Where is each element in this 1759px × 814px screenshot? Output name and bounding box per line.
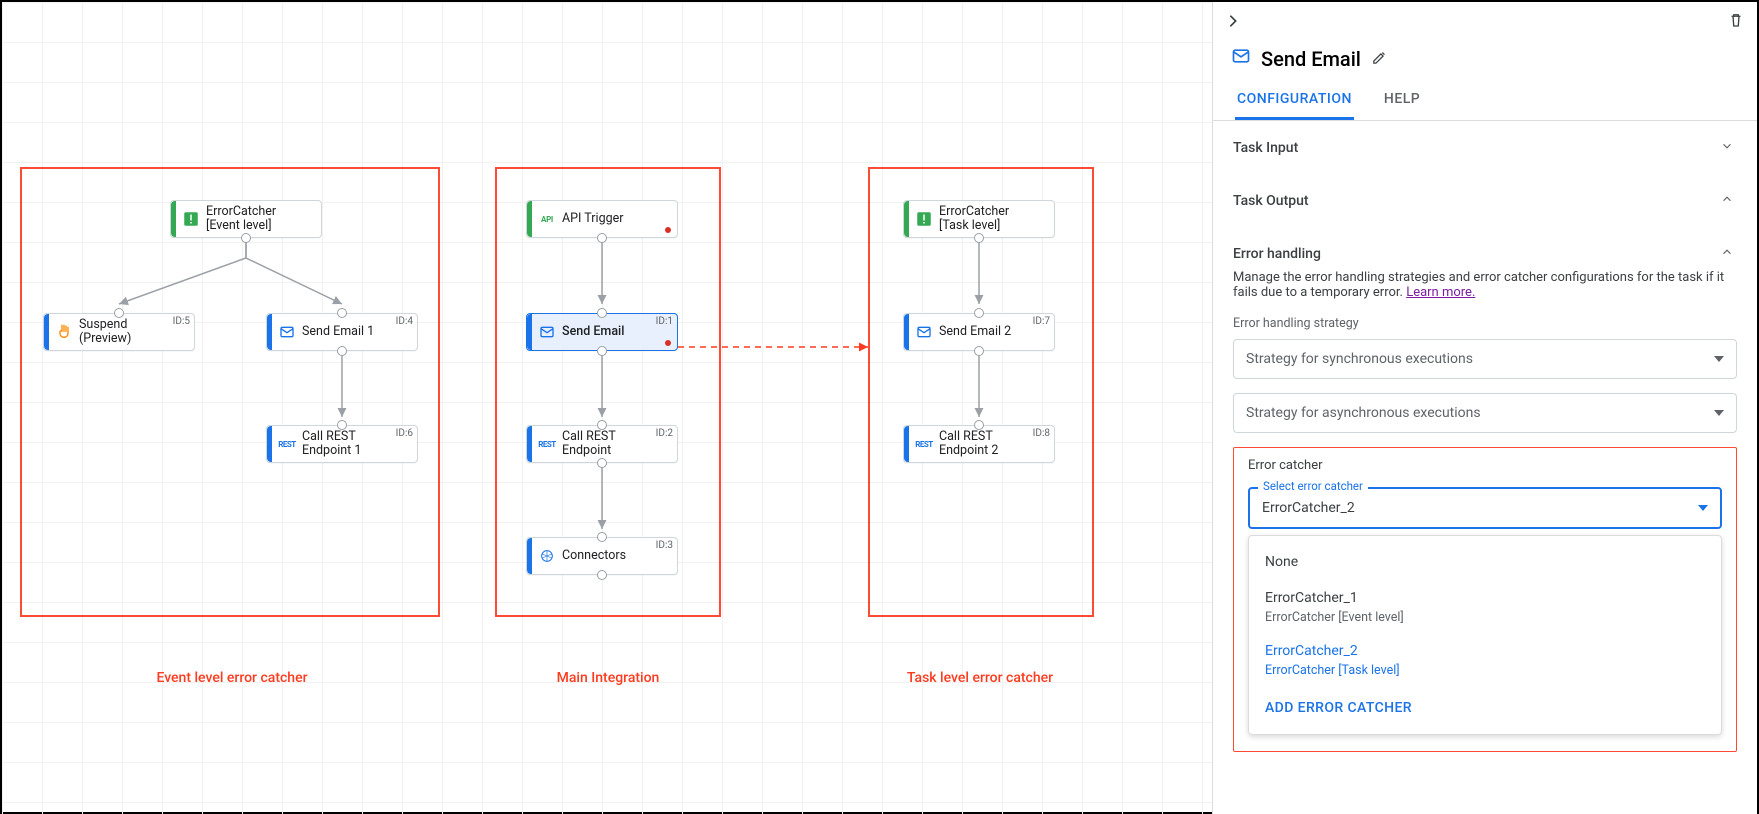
error-catcher-dropdown: None ErrorCatcher_1 ErrorCatcher [Event …: [1248, 535, 1722, 735]
node-id: ID:2: [656, 428, 673, 439]
dropdown-option-ec1-sub: ErrorCatcher [Event level]: [1249, 606, 1721, 633]
mail-icon: [538, 323, 556, 341]
chevron-up-icon: [1717, 243, 1737, 264]
panel-title: Send Email: [1261, 47, 1361, 71]
node-id: ID:1: [656, 316, 673, 327]
chevron-down-icon: [1698, 505, 1708, 511]
section-title: Error handling: [1233, 246, 1321, 262]
node-send-email-2[interactable]: Send Email 2 ID:7: [903, 313, 1055, 351]
error-indicator-icon: [665, 227, 671, 233]
dropdown-option-ec1[interactable]: ErrorCatcher_1: [1249, 580, 1721, 606]
rest-icon: REST: [538, 435, 556, 453]
section-error-handling[interactable]: Error handling: [1213, 227, 1757, 270]
add-error-catcher-button[interactable]: ADD ERROR CATCHER: [1249, 686, 1721, 726]
error-handling-description: Manage the error handling strategies and…: [1233, 270, 1724, 300]
node-errorcatcher-task[interactable]: ErrorCatcher[Task level]: [903, 200, 1055, 238]
async-strategy-select[interactable]: Strategy for asynchronous executions: [1233, 393, 1737, 433]
node-send-email[interactable]: Send Email ID:1: [526, 313, 678, 351]
node-label: ErrorCatcher[Task level]: [939, 205, 1054, 234]
node-id: ID:4: [396, 316, 413, 327]
tab-configuration[interactable]: CONFIGURATION: [1235, 81, 1354, 120]
hand-icon: [55, 323, 73, 341]
mail-icon: [915, 323, 933, 341]
edit-icon[interactable]: [1371, 47, 1388, 71]
section-title: Task Input: [1233, 140, 1298, 156]
node-id: ID:3: [656, 540, 673, 551]
node-id: ID:8: [1033, 428, 1050, 439]
error-catcher-highlight-box: Error catcher Select error catcher Error…: [1233, 447, 1737, 752]
node-id: ID:6: [396, 428, 413, 439]
config-sidebar: Send Email CONFIGURATION HELP Task Input…: [1212, 2, 1757, 814]
error-catcher-label: Error catcher: [1248, 458, 1722, 473]
sync-strategy-placeholder: Strategy for synchronous executions: [1246, 351, 1473, 367]
error-catcher-value: ErrorCatcher_2: [1262, 500, 1355, 516]
connectors-icon: [538, 547, 556, 565]
chevron-down-icon: [1717, 137, 1737, 158]
flow-canvas[interactable]: Event level error catcher Main Integrati…: [2, 2, 1212, 814]
node-api-trigger[interactable]: API API Trigger: [526, 200, 678, 238]
delete-button[interactable]: [1727, 11, 1745, 33]
node-call-rest-1[interactable]: REST Call RESTEndpoint 1 ID:6: [266, 425, 418, 463]
learn-more-link[interactable]: Learn more.: [1406, 285, 1475, 300]
section-title: Task Output: [1233, 193, 1309, 209]
chevron-up-icon: [1717, 190, 1737, 211]
error-icon: [182, 210, 200, 228]
chevron-down-icon: [1714, 410, 1724, 416]
error-indicator-icon: [665, 340, 671, 346]
node-call-rest-2[interactable]: REST Call RESTEndpoint 2 ID:8: [903, 425, 1055, 463]
async-strategy-placeholder: Strategy for asynchronous executions: [1246, 405, 1481, 421]
section-task-input[interactable]: Task Input: [1213, 121, 1757, 174]
rest-icon: REST: [915, 435, 933, 453]
sync-strategy-select[interactable]: Strategy for synchronous executions: [1233, 339, 1737, 379]
error-catcher-select[interactable]: ErrorCatcher_2: [1248, 487, 1722, 529]
node-id: ID:5: [173, 316, 190, 327]
dropdown-option-ec2[interactable]: ErrorCatcher_2: [1249, 633, 1721, 659]
node-send-email-1[interactable]: Send Email 1 ID:4: [266, 313, 418, 351]
node-connectors[interactable]: Connectors ID:3: [526, 537, 678, 575]
rest-icon: REST: [278, 435, 296, 453]
dropdown-option-none[interactable]: None: [1249, 544, 1721, 580]
mail-icon: [278, 323, 296, 341]
collapse-panel-button[interactable]: [1225, 10, 1241, 34]
task-level-caption: Task level error catcher: [830, 670, 1130, 686]
event-level-caption: Event level error catcher: [82, 670, 382, 686]
mail-icon: [1231, 46, 1251, 71]
api-icon: API: [538, 210, 556, 228]
section-task-output[interactable]: Task Output: [1213, 174, 1757, 227]
select-catcher-floatlabel: Select error catcher: [1258, 479, 1368, 493]
error-icon: [915, 210, 933, 228]
dropdown-option-ec2-sub: ErrorCatcher [Task level]: [1249, 659, 1721, 686]
tab-help[interactable]: HELP: [1382, 81, 1422, 120]
node-label: ErrorCatcher[Event level]: [206, 205, 321, 234]
node-call-rest[interactable]: REST Call RESTEndpoint ID:2: [526, 425, 678, 463]
node-id: ID:7: [1033, 316, 1050, 327]
node-label: API Trigger: [562, 212, 677, 226]
strategy-label: Error handling strategy: [1233, 316, 1737, 331]
chevron-down-icon: [1714, 356, 1724, 362]
node-errorcatcher-event[interactable]: ErrorCatcher[Event level]: [170, 200, 322, 238]
node-suspend[interactable]: Suspend(Preview) ID:5: [43, 313, 195, 351]
main-integration-caption: Main Integration: [458, 670, 758, 686]
